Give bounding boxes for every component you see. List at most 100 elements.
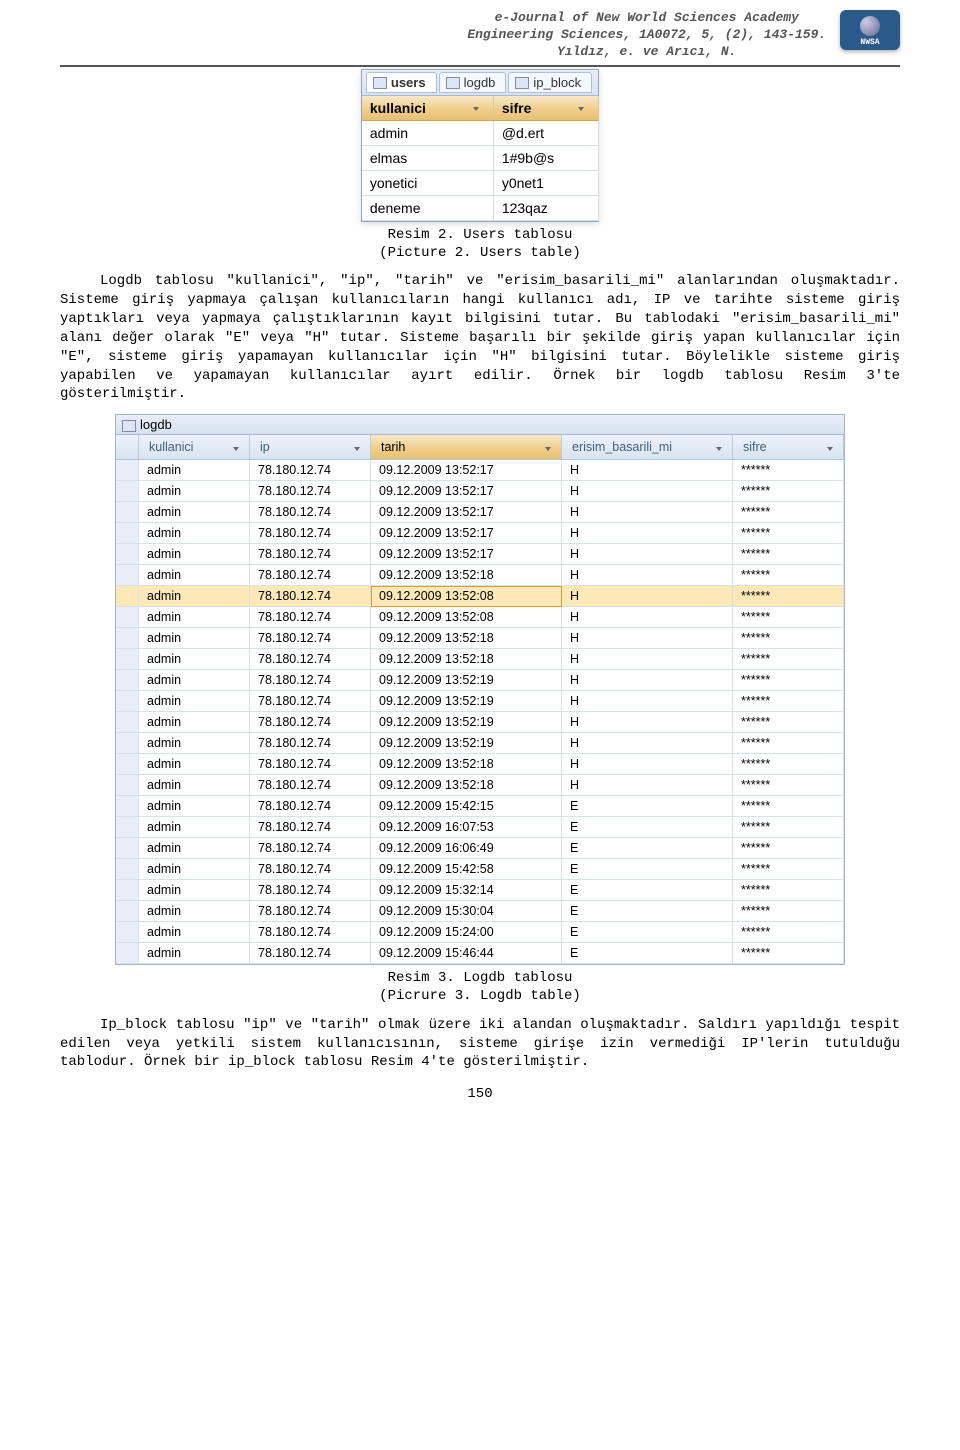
table-row[interactable]: admin78.180.12.7409.12.2009 13:52:08H***… xyxy=(116,607,844,628)
row-selector[interactable] xyxy=(116,733,139,754)
row-selector[interactable] xyxy=(116,565,139,586)
cell-ip[interactable]: 78.180.12.74 xyxy=(250,838,371,859)
cell-ip[interactable]: 78.180.12.74 xyxy=(250,796,371,817)
table-row[interactable]: admin78.180.12.7409.12.2009 15:42:15E***… xyxy=(116,796,844,817)
cell-kullanici[interactable]: deneme xyxy=(362,195,493,220)
row-selector[interactable] xyxy=(116,838,139,859)
cell-ip[interactable]: 78.180.12.74 xyxy=(250,943,371,964)
cell-tarih[interactable]: 09.12.2009 13:52:19 xyxy=(371,691,562,712)
cell-ip[interactable]: 78.180.12.74 xyxy=(250,523,371,544)
row-selector[interactable] xyxy=(116,817,139,838)
cell-erisim[interactable]: H xyxy=(562,481,733,502)
row-selector[interactable] xyxy=(116,502,139,523)
cell-sifre[interactable]: ****** xyxy=(733,922,844,943)
tab-users[interactable]: users xyxy=(366,72,437,93)
cell-sifre[interactable]: ****** xyxy=(733,544,844,565)
cell-tarih[interactable]: 09.12.2009 15:32:14 xyxy=(371,880,562,901)
cell-ip[interactable]: 78.180.12.74 xyxy=(250,880,371,901)
cell-tarih[interactable]: 09.12.2009 13:52:17 xyxy=(371,460,562,481)
cell-erisim[interactable]: E xyxy=(562,901,733,922)
row-selector[interactable] xyxy=(116,649,139,670)
cell-sifre[interactable]: ****** xyxy=(733,586,844,607)
cell-sifre[interactable]: ****** xyxy=(733,628,844,649)
cell-sifre[interactable]: ****** xyxy=(733,502,844,523)
cell-ip[interactable]: 78.180.12.74 xyxy=(250,502,371,523)
cell-kullanici[interactable]: admin xyxy=(139,922,250,943)
table-row[interactable]: elmas1#9b@s xyxy=(362,145,598,170)
cell-tarih[interactable]: 09.12.2009 16:07:53 xyxy=(371,817,562,838)
table-row[interactable]: admin78.180.12.7409.12.2009 13:52:18H***… xyxy=(116,565,844,586)
cell-ip[interactable]: 78.180.12.74 xyxy=(250,817,371,838)
cell-tarih[interactable]: 09.12.2009 15:42:15 xyxy=(371,796,562,817)
cell-sifre[interactable]: ****** xyxy=(733,460,844,481)
cell-ip[interactable]: 78.180.12.74 xyxy=(250,565,371,586)
cell-erisim[interactable]: H xyxy=(562,544,733,565)
column-header-ip[interactable]: ip xyxy=(250,435,371,460)
dropdown-icon[interactable] xyxy=(473,107,479,111)
cell-sifre[interactable]: ****** xyxy=(733,901,844,922)
cell-sifre[interactable]: ****** xyxy=(733,607,844,628)
row-selector[interactable] xyxy=(116,712,139,733)
row-selector-header[interactable] xyxy=(116,435,139,460)
cell-kullanici[interactable]: admin xyxy=(139,859,250,880)
cell-erisim[interactable]: H xyxy=(562,628,733,649)
cell-sifre[interactable]: ****** xyxy=(733,775,844,796)
dropdown-icon[interactable] xyxy=(354,447,360,451)
column-header-tarih[interactable]: tarih xyxy=(371,435,562,460)
cell-tarih[interactable]: 09.12.2009 15:24:00 xyxy=(371,922,562,943)
table-row[interactable]: admin78.180.12.7409.12.2009 15:46:44E***… xyxy=(116,943,844,964)
cell-tarih[interactable]: 09.12.2009 13:52:17 xyxy=(371,502,562,523)
cell-kullanici[interactable]: admin xyxy=(139,817,250,838)
cell-kullanici[interactable]: admin xyxy=(139,502,250,523)
table-row[interactable]: admin78.180.12.7409.12.2009 13:52:19H***… xyxy=(116,691,844,712)
table-row[interactable]: admin78.180.12.7409.12.2009 15:32:14E***… xyxy=(116,880,844,901)
cell-ip[interactable]: 78.180.12.74 xyxy=(250,460,371,481)
cell-erisim[interactable]: H xyxy=(562,586,733,607)
cell-tarih[interactable]: 09.12.2009 13:52:17 xyxy=(371,481,562,502)
table-row[interactable]: yoneticiy0net1 xyxy=(362,170,598,195)
cell-sifre[interactable]: ****** xyxy=(733,817,844,838)
cell-erisim[interactable]: H xyxy=(562,460,733,481)
cell-erisim[interactable]: H xyxy=(562,754,733,775)
cell-tarih[interactable]: 09.12.2009 16:06:49 xyxy=(371,838,562,859)
row-selector[interactable] xyxy=(116,586,139,607)
row-selector[interactable] xyxy=(116,796,139,817)
cell-sifre[interactable]: 123qaz xyxy=(493,195,598,220)
cell-tarih[interactable]: 09.12.2009 13:52:18 xyxy=(371,628,562,649)
cell-kullanici[interactable]: admin xyxy=(362,120,493,145)
cell-tarih[interactable]: 09.12.2009 13:52:19 xyxy=(371,733,562,754)
cell-tarih[interactable]: 09.12.2009 13:52:17 xyxy=(371,523,562,544)
cell-erisim[interactable]: E xyxy=(562,796,733,817)
cell-tarih[interactable]: 09.12.2009 15:30:04 xyxy=(371,901,562,922)
cell-sifre[interactable]: ****** xyxy=(733,838,844,859)
table-row[interactable]: admin78.180.12.7409.12.2009 13:52:17H***… xyxy=(116,523,844,544)
cell-ip[interactable]: 78.180.12.74 xyxy=(250,691,371,712)
cell-kullanici[interactable]: admin xyxy=(139,943,250,964)
cell-tarih[interactable]: 09.12.2009 13:52:19 xyxy=(371,712,562,733)
row-selector[interactable] xyxy=(116,775,139,796)
cell-erisim[interactable]: H xyxy=(562,565,733,586)
cell-erisim[interactable]: H xyxy=(562,502,733,523)
row-selector[interactable] xyxy=(116,523,139,544)
cell-sifre[interactable]: ****** xyxy=(733,712,844,733)
cell-erisim[interactable]: H xyxy=(562,523,733,544)
table-row[interactable]: admin78.180.12.7409.12.2009 13:52:17H***… xyxy=(116,481,844,502)
cell-kullanici[interactable]: admin xyxy=(139,733,250,754)
tab-logdb[interactable]: logdb xyxy=(439,72,507,93)
cell-ip[interactable]: 78.180.12.74 xyxy=(250,628,371,649)
cell-tarih[interactable]: 09.12.2009 13:52:18 xyxy=(371,775,562,796)
cell-sifre[interactable]: ****** xyxy=(733,733,844,754)
table-row[interactable]: admin78.180.12.7409.12.2009 15:24:00E***… xyxy=(116,922,844,943)
cell-kullanici[interactable]: admin xyxy=(139,712,250,733)
column-header-sifre[interactable]: sifre xyxy=(733,435,844,460)
cell-kullanici[interactable]: admin xyxy=(139,523,250,544)
cell-erisim[interactable]: H xyxy=(562,607,733,628)
cell-erisim[interactable]: E xyxy=(562,880,733,901)
cell-tarih[interactable]: 09.12.2009 15:46:44 xyxy=(371,943,562,964)
cell-kullanici[interactable]: admin xyxy=(139,796,250,817)
dropdown-icon[interactable] xyxy=(827,447,833,451)
table-row[interactable]: admin78.180.12.7409.12.2009 13:52:18H***… xyxy=(116,775,844,796)
cell-tarih[interactable]: 09.12.2009 13:52:19 xyxy=(371,670,562,691)
table-row[interactable]: deneme123qaz xyxy=(362,195,598,220)
table-row[interactable]: admin78.180.12.7409.12.2009 13:52:08H***… xyxy=(116,586,844,607)
